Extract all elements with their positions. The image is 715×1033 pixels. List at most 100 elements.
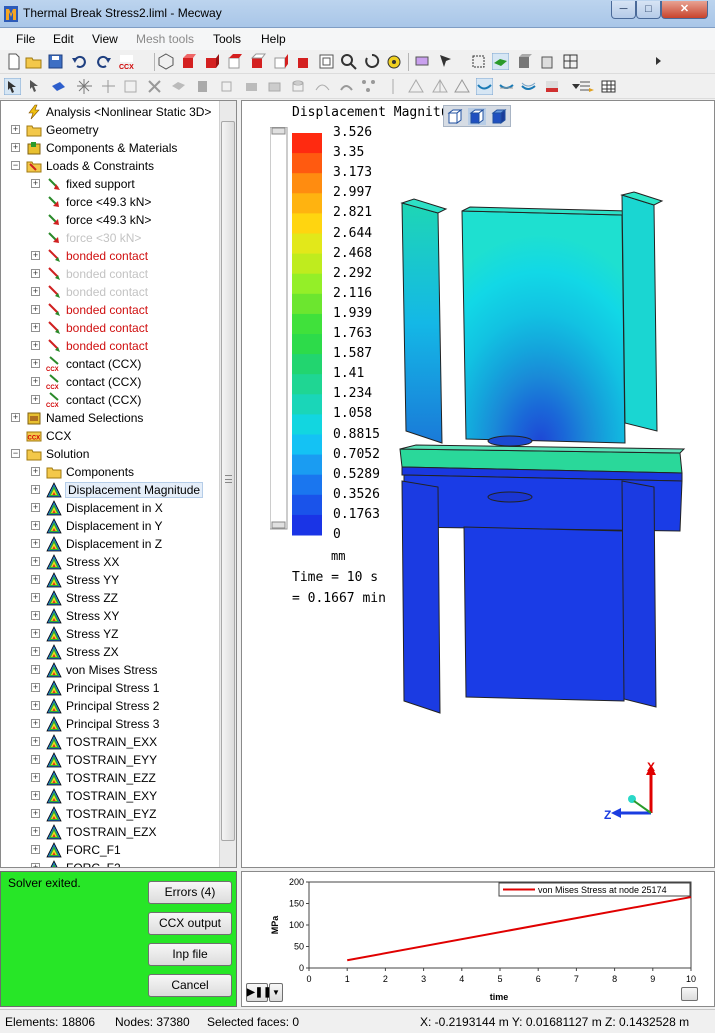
tree-item[interactable]: + bonded contact bbox=[1, 319, 219, 337]
tree-item[interactable]: + FORC_F1 bbox=[1, 841, 219, 859]
tree-item[interactable]: + bonded contact bbox=[1, 265, 219, 283]
probe-icon[interactable] bbox=[578, 78, 595, 95]
tree-expand-toggle[interactable]: + bbox=[31, 179, 40, 188]
menu-help[interactable]: Help bbox=[261, 32, 286, 46]
tree-expand-toggle[interactable]: + bbox=[31, 827, 40, 836]
tree-item[interactable]: force <49.3 kN> bbox=[1, 193, 219, 211]
tree-item[interactable]: + Stress ZX bbox=[1, 643, 219, 661]
tree-expand-toggle[interactable]: + bbox=[31, 773, 40, 782]
tree-expand-toggle[interactable]: + bbox=[31, 863, 40, 867]
extrude-icon[interactable] bbox=[170, 78, 187, 95]
tree-item[interactable]: − Solution bbox=[1, 445, 219, 463]
tree-item[interactable]: + Geometry bbox=[1, 121, 219, 139]
shaded-view-icon[interactable] bbox=[492, 53, 509, 70]
tree-expand-toggle[interactable]: + bbox=[31, 521, 40, 530]
tree-scrollbar[interactable] bbox=[219, 101, 236, 867]
tree-item[interactable]: + Stress XY bbox=[1, 607, 219, 625]
tree-item[interactable]: + Stress YY bbox=[1, 571, 219, 589]
split-icon[interactable] bbox=[266, 78, 283, 95]
tree-item[interactable]: + Principal Stress 1 bbox=[1, 679, 219, 697]
tree-item[interactable]: force <30 kN> bbox=[1, 229, 219, 247]
ccx-output-button[interactable]: CCX output bbox=[148, 912, 232, 935]
mesh-view-icon[interactable] bbox=[562, 53, 579, 70]
time-slider-handle[interactable] bbox=[681, 987, 698, 1001]
tree-expand-toggle[interactable]: + bbox=[31, 647, 40, 656]
maximize-button[interactable]: □ bbox=[636, 1, 661, 19]
tree-expand-toggle[interactable]: + bbox=[31, 791, 40, 800]
view-left-icon[interactable] bbox=[226, 53, 243, 70]
play-options-dropdown[interactable]: ▼ bbox=[269, 983, 283, 1002]
view-top-icon[interactable] bbox=[272, 53, 289, 70]
tree-item[interactable]: force <49.3 kN> bbox=[1, 211, 219, 229]
copy-icon[interactable] bbox=[122, 78, 139, 95]
tree-item[interactable]: + Stress ZZ bbox=[1, 589, 219, 607]
select-mode-icon[interactable] bbox=[414, 53, 431, 70]
contour-icon[interactable] bbox=[544, 78, 561, 95]
tree-expand-toggle[interactable]: + bbox=[31, 629, 40, 638]
tree-item[interactable]: + CCX contact (CCX) bbox=[1, 355, 219, 373]
view-back-icon[interactable] bbox=[203, 53, 220, 70]
tree-item[interactable]: + CCX contact (CCX) bbox=[1, 391, 219, 409]
tree-expand-toggle[interactable]: + bbox=[31, 665, 40, 674]
select-elements-icon[interactable] bbox=[50, 78, 67, 95]
tree-item[interactable]: + FORC_F2 bbox=[1, 859, 219, 867]
shell-icon[interactable] bbox=[454, 78, 471, 95]
tree-expand-toggle[interactable]: + bbox=[31, 395, 40, 404]
tree-item[interactable]: + TOSTRAIN_EYZ bbox=[1, 805, 219, 823]
pan-icon[interactable] bbox=[386, 53, 403, 70]
tree-expand-toggle[interactable]: + bbox=[31, 305, 40, 314]
play-pause-button[interactable]: ▶❚❚ bbox=[246, 983, 271, 1002]
delete-icon[interactable] bbox=[146, 78, 163, 95]
animate-icon[interactable] bbox=[520, 78, 537, 95]
view-solid-cube-icon[interactable] bbox=[468, 108, 486, 125]
tree-expand-toggle[interactable]: + bbox=[31, 809, 40, 818]
move-icon[interactable] bbox=[100, 78, 117, 95]
select-nodes-icon[interactable] bbox=[27, 78, 44, 95]
tree-item[interactable]: + bonded contact bbox=[1, 247, 219, 265]
tree-item[interactable]: + bonded contact bbox=[1, 337, 219, 355]
solve-ccx-icon[interactable]: CCX bbox=[118, 53, 135, 70]
table-icon[interactable] bbox=[600, 78, 617, 95]
tree-expand-toggle[interactable]: + bbox=[31, 593, 40, 602]
save-icon[interactable] bbox=[47, 53, 64, 70]
scale-icon[interactable] bbox=[218, 78, 235, 95]
tree-expand-toggle[interactable]: + bbox=[31, 683, 40, 692]
view-bottom-icon[interactable] bbox=[295, 53, 312, 70]
minimize-button[interactable]: ─ bbox=[611, 1, 636, 19]
open-folder-icon[interactable] bbox=[25, 53, 42, 70]
tree-item[interactable]: + CCX contact (CCX) bbox=[1, 373, 219, 391]
tree-expand-toggle[interactable]: + bbox=[31, 359, 40, 368]
refine-icon[interactable] bbox=[314, 78, 331, 95]
tree-item[interactable]: + bonded contact bbox=[1, 301, 219, 319]
toolbar-more-icon[interactable] bbox=[650, 53, 667, 70]
tree-expand-toggle[interactable]: + bbox=[31, 323, 40, 332]
tree-expand-toggle[interactable]: + bbox=[31, 269, 40, 278]
revolve-icon[interactable] bbox=[338, 78, 355, 95]
view-right-icon[interactable] bbox=[249, 53, 266, 70]
tree-item[interactable]: + Displacement in Z bbox=[1, 535, 219, 553]
tree-expand-toggle[interactable]: + bbox=[31, 251, 40, 260]
rotate-icon[interactable] bbox=[364, 53, 381, 70]
tree-expand-toggle[interactable]: + bbox=[31, 737, 40, 746]
mirror-icon[interactable] bbox=[385, 78, 402, 95]
3d-viewport[interactable]: Displacement Magnitude 3.526 3.35 3.173 2.9… bbox=[241, 100, 715, 868]
tree-item[interactable]: + Stress YZ bbox=[1, 625, 219, 643]
merge-icon[interactable] bbox=[243, 78, 260, 95]
cylinder-icon[interactable] bbox=[290, 78, 307, 95]
tree-expand-toggle[interactable]: + bbox=[31, 575, 40, 584]
tree-item[interactable]: + TOSTRAIN_EXX bbox=[1, 733, 219, 751]
tree-item[interactable]: + Principal Stress 3 bbox=[1, 715, 219, 733]
tree-item[interactable]: + Displacement in Y bbox=[1, 517, 219, 535]
tree-expand-toggle[interactable]: + bbox=[31, 503, 40, 512]
tree-expand-toggle[interactable]: + bbox=[31, 557, 40, 566]
errors-button[interactable]: Errors (4) bbox=[148, 881, 232, 904]
tree-item[interactable]: + Components & Materials bbox=[1, 139, 219, 157]
tree-expand-toggle[interactable]: + bbox=[31, 755, 40, 764]
tree-expand-toggle[interactable]: + bbox=[31, 719, 40, 728]
deformed-shape-icon[interactable] bbox=[476, 78, 493, 95]
tree-expand-toggle[interactable]: + bbox=[11, 143, 20, 152]
undeformed-shape-icon[interactable] bbox=[498, 78, 515, 95]
triangle-icon[interactable] bbox=[432, 78, 449, 95]
tree-collapse-toggle[interactable]: − bbox=[11, 161, 20, 170]
tree-item[interactable]: + TOSTRAIN_EXY bbox=[1, 787, 219, 805]
